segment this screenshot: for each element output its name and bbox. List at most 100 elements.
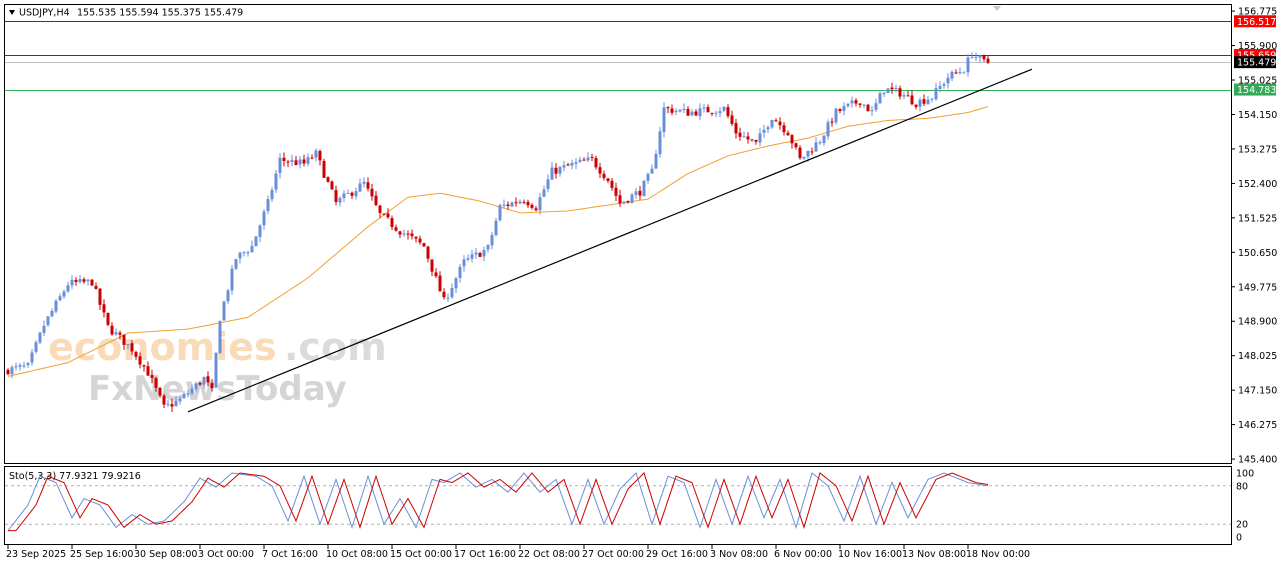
time-tick-label: 29 Oct 16:00 [646, 549, 708, 560]
candle-bear [906, 95, 910, 97]
time-tick-label: 30 Sep 08:00 [134, 549, 197, 560]
candle-bear [854, 100, 858, 104]
price-tick-label: 152.400 [1238, 179, 1277, 190]
candle-bear [782, 125, 786, 133]
chart-shift-icon[interactable] [993, 6, 1001, 11]
candle-bull [262, 211, 266, 226]
candle-bull [942, 84, 946, 86]
stochastic-signal-line [8, 472, 989, 532]
candle-bull [258, 225, 262, 237]
candle-bear [598, 167, 602, 174]
candle-bull [470, 254, 474, 259]
candle-bull [758, 133, 762, 143]
candle-bull [678, 109, 682, 112]
candle-bull [742, 136, 746, 138]
candle-bear [594, 158, 598, 168]
candle-bull [278, 157, 282, 174]
triangle-down-icon[interactable] [9, 10, 15, 15]
candle-bear [106, 312, 110, 325]
candle-bear [554, 167, 558, 174]
candle-bull [718, 111, 722, 114]
candle-bull [22, 365, 26, 367]
time-tick-label: 10 Nov 16:00 [838, 549, 902, 560]
candle-bear [382, 213, 386, 215]
candle-bull [546, 179, 550, 189]
candle-bear [798, 147, 802, 159]
candle-bear [122, 334, 126, 345]
price-tick-label: 150.650 [1238, 248, 1277, 259]
candle-bear [98, 288, 102, 305]
candle-bull [698, 108, 702, 117]
candle-bull [646, 173, 650, 181]
candle-bear [602, 173, 606, 179]
candle-bear [334, 190, 338, 202]
candle-bear [422, 243, 426, 247]
candle-bull [690, 111, 694, 116]
candle-bear [374, 195, 378, 206]
usdjpy-h4-chart[interactable]: USDJPY,H4 155.535 155.594 155.375 155.47… [0, 0, 1280, 567]
candle-bull [446, 297, 450, 299]
candle-bull [974, 56, 978, 58]
candle-bear [982, 55, 986, 60]
candle-bull [42, 325, 46, 333]
candle-bear [790, 135, 794, 144]
ascending-trendline[interactable] [187, 68, 1033, 413]
candle-bull [818, 142, 822, 144]
candle-bull [314, 150, 318, 158]
candle-bull [362, 181, 366, 184]
candle-bull [254, 236, 258, 247]
candle-bear [534, 208, 538, 211]
candle-bear [582, 159, 586, 161]
candle-bear [786, 132, 790, 136]
candle-bull [178, 398, 182, 402]
candle-bear [286, 161, 290, 163]
candle-bull [878, 93, 882, 104]
candle-bear [206, 376, 210, 383]
time-tick-label: 23 Sep 2025 [6, 549, 66, 560]
candle-bull [342, 193, 346, 199]
candle-bear [694, 111, 698, 116]
watermark-dotcom: .com [284, 325, 387, 369]
candle-bear [386, 213, 390, 218]
candle-bull [762, 129, 766, 133]
candle-bull [462, 259, 466, 267]
stochastic-level-label: 20 [1236, 520, 1248, 531]
level-tag-text: 154.783 [1237, 85, 1276, 96]
candle-bull [66, 285, 70, 292]
candle-bear [146, 366, 150, 376]
price-tick-label: 146.275 [1238, 420, 1277, 431]
time-tick-label: 22 Oct 08:00 [518, 549, 580, 560]
candle-bull [770, 120, 774, 128]
candle-bull [930, 98, 934, 100]
candle-bear [426, 246, 430, 259]
candle-bull [494, 220, 498, 236]
candle-bear [526, 201, 530, 206]
candle-bull [846, 103, 850, 106]
candle-bull [18, 365, 22, 367]
candle-bull [682, 108, 686, 111]
candle-bear [134, 351, 138, 357]
candle-bear [74, 279, 78, 282]
candle-bull [574, 162, 578, 164]
candle-bull [822, 135, 826, 144]
ohlc-label: 155.535 155.594 155.375 155.479 [77, 8, 243, 19]
candle-bull [662, 107, 666, 132]
candle-bull [806, 150, 810, 157]
time-tick-label: 7 Oct 16:00 [262, 549, 318, 560]
candle-bear [478, 252, 482, 257]
candle-bull [30, 352, 34, 363]
candle-bear [82, 279, 86, 282]
level-tag-text: 155.479 [1237, 58, 1276, 69]
candle-bear [154, 378, 158, 388]
candle-bull [174, 400, 178, 406]
candle-bear [778, 121, 782, 126]
trendline-group[interactable] [187, 68, 1033, 413]
candle-bear [138, 356, 142, 365]
candle-bear [94, 285, 98, 289]
candle-bull [46, 316, 50, 326]
candle-bull [202, 376, 206, 385]
candle-bear [350, 192, 354, 196]
candle-bull [578, 159, 582, 162]
candle-bull [550, 167, 554, 180]
candle-bear [514, 202, 518, 204]
